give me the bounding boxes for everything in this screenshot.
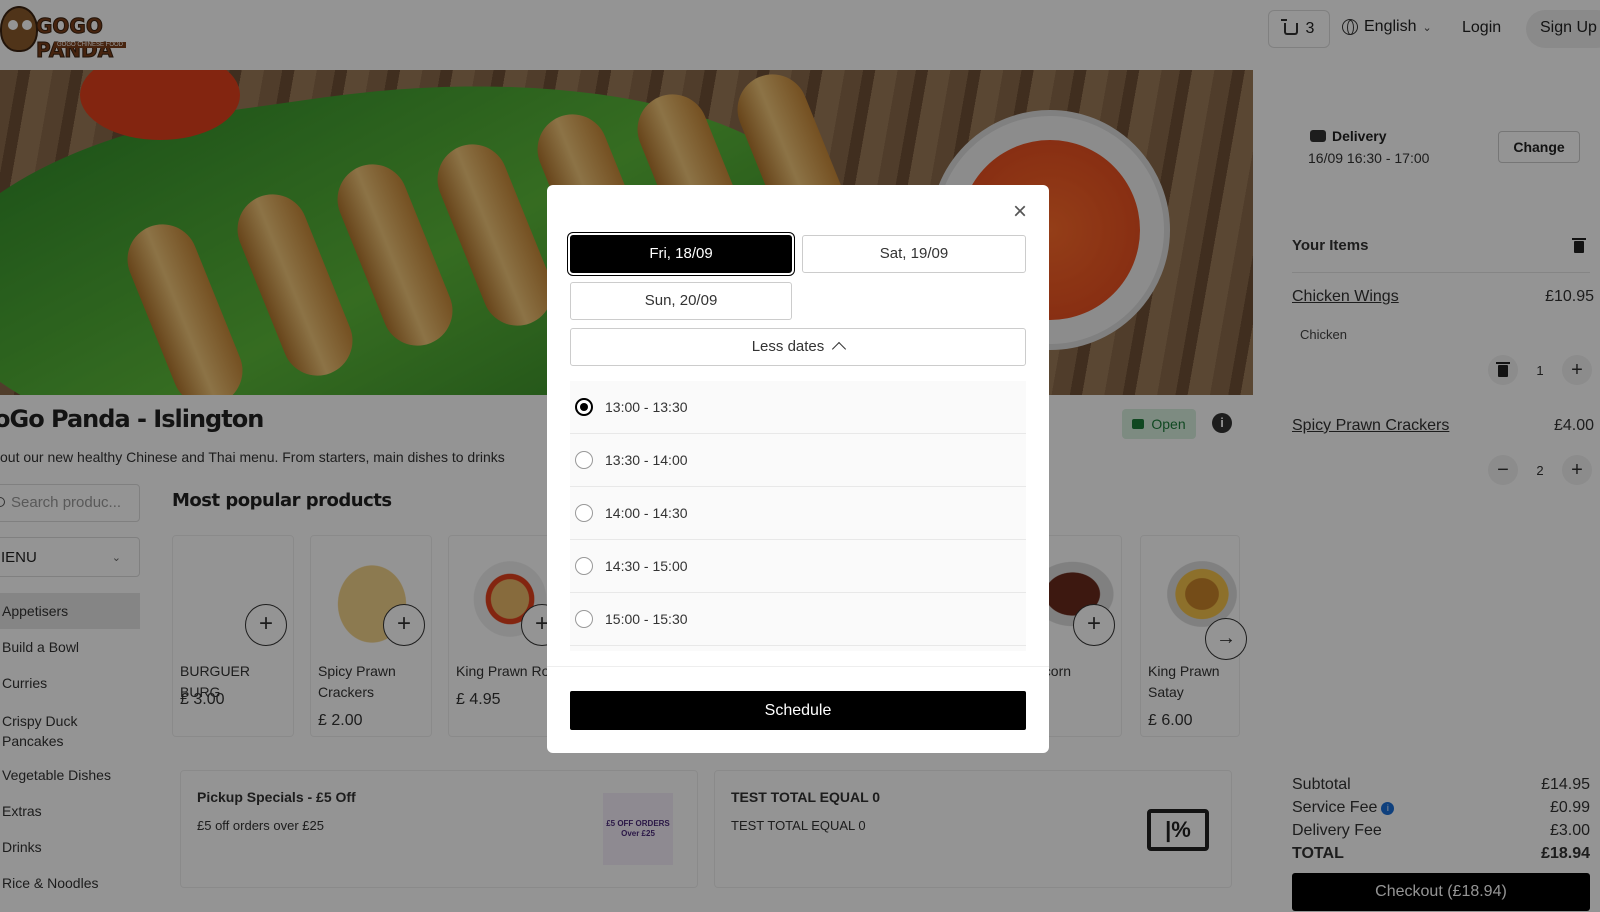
- time-slot-label: 14:00 - 14:30: [605, 505, 688, 521]
- time-slot[interactable]: 14:30 - 15:00: [570, 540, 1026, 593]
- chevron-up-icon: [832, 341, 847, 357]
- time-slot[interactable]: 14:00 - 14:30: [570, 487, 1026, 540]
- radio-button[interactable]: [575, 398, 593, 416]
- time-slot[interactable]: 13:30 - 14:00: [570, 434, 1026, 487]
- time-slot-list[interactable]: 13:00 - 13:30 13:30 - 14:00 14:00 - 14:3…: [570, 381, 1026, 651]
- divider: [547, 666, 1049, 667]
- radio-button[interactable]: [575, 504, 593, 522]
- time-slot[interactable]: 15:00 - 15:30: [570, 593, 1026, 646]
- radio-button[interactable]: [575, 610, 593, 628]
- time-slot-label: 13:30 - 14:00: [605, 452, 688, 468]
- date-option[interactable]: Sun, 20/09: [570, 282, 792, 320]
- schedule-modal: × Fri, 18/09 Sat, 19/09 Sun, 20/09 Less …: [547, 185, 1049, 753]
- radio-button[interactable]: [575, 451, 593, 469]
- schedule-button[interactable]: Schedule: [570, 691, 1026, 730]
- time-slot[interactable]: 13:00 - 13:30: [570, 381, 1026, 434]
- time-slot-label: 13:00 - 13:30: [605, 399, 688, 415]
- close-icon[interactable]: ×: [1009, 200, 1031, 224]
- radio-button[interactable]: [575, 557, 593, 575]
- date-option[interactable]: Fri, 18/09: [570, 235, 792, 273]
- less-dates-label: Less dates: [751, 338, 825, 355]
- time-slot-label: 15:00 - 15:30: [605, 611, 688, 627]
- date-option[interactable]: Sat, 19/09: [802, 235, 1026, 273]
- time-slot-label: 14:30 - 15:00: [605, 558, 688, 574]
- less-dates-button[interactable]: Less dates: [570, 328, 1026, 366]
